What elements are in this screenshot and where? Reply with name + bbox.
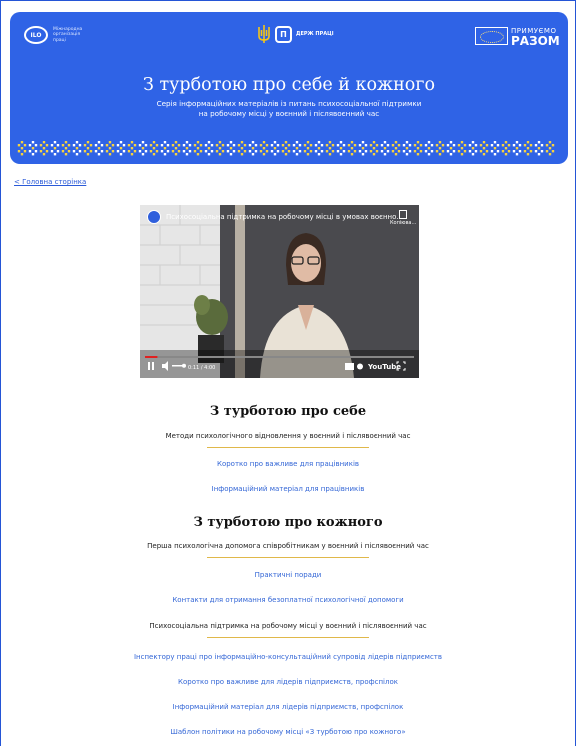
section-workplace-subheading: Психосоціальна підтримка на робочому міс… xyxy=(149,622,427,630)
video-time: 0:11 / 4:00 xyxy=(188,365,216,371)
banner-subtitle-line1: Серія інформаційних матеріалів із питань… xyxy=(156,99,422,108)
eu-slogan: ПРИМУЄМО РАЗОМ xyxy=(511,26,560,48)
section-others-title: З турботою про кожного xyxy=(193,515,383,530)
section-self-subtitle: Методи психологічного відновлення у воєн… xyxy=(165,432,411,440)
derzhpratsi-mark: П xyxy=(275,25,292,43)
link-brief-leaders[interactable]: Коротко про важливе для лідерів підприєм… xyxy=(0,678,576,686)
video-frame-image xyxy=(140,205,419,378)
embroidery-ornament xyxy=(17,141,555,156)
link-policy-template[interactable]: Шаблон політики на робочому місці «З тур… xyxy=(0,728,576,736)
eu-flag-icon xyxy=(475,27,508,45)
ilo-emblem-icon: ILO xyxy=(24,26,48,44)
header-banner: ILO Міжнародна організація праці П ДЕРЖ … xyxy=(10,12,568,164)
copy-link-label[interactable]: Копіюва... xyxy=(390,220,416,226)
video-player[interactable]: Психосоціальна підтримка на робочому міс… xyxy=(140,205,419,378)
video-title[interactable]: Психосоціальна підтримка на робочому міс… xyxy=(166,213,403,221)
banner-title: З турботою про себе й кожного xyxy=(142,75,435,95)
banner-subtitle: Серія інформаційних матеріалів із питань… xyxy=(10,99,568,119)
link-info-leaders[interactable]: Інформаційний матеріал для лідерів підпр… xyxy=(0,703,576,711)
trident-icon xyxy=(258,25,270,43)
youtube-logo[interactable]: YouTube xyxy=(368,363,401,371)
divider xyxy=(207,637,369,638)
link-brief-workers[interactable]: Коротко про важливе для працівників xyxy=(0,460,576,468)
ilo-mark-text: ILO xyxy=(30,31,42,39)
eu-slogan-line2: РАЗОМ xyxy=(511,34,560,48)
link-free-help-contacts[interactable]: Контакти для отримання безоплатної психо… xyxy=(0,596,576,604)
channel-avatar[interactable] xyxy=(147,210,161,224)
derzhpratsi-name: ДЕРЖ ПРАЦІ xyxy=(296,31,334,37)
section-self-title: З турботою про себе xyxy=(209,404,367,419)
copy-link-icon[interactable] xyxy=(399,210,407,219)
link-practical-tips[interactable]: Практичні поради xyxy=(0,571,576,579)
eu-logo[interactable]: ПРИМУЄМО РАЗОМ xyxy=(475,26,560,48)
divider xyxy=(207,557,369,558)
link-inspector-support[interactable]: Інспектору праці про інформаційно-консул… xyxy=(0,653,576,661)
divider xyxy=(207,447,369,448)
ilo-name: Міжнародна організація праці xyxy=(53,26,83,43)
ilo-logo[interactable]: ILO Міжнародна організація праці xyxy=(24,26,93,44)
banner-subtitle-line2: на робочому місці у воєнний і післявоєнн… xyxy=(198,109,380,118)
breadcrumb-home-link[interactable]: < Головна сторінка xyxy=(14,178,86,186)
link-info-workers[interactable]: Інформаційний матеріал для працівників xyxy=(0,485,576,493)
section-others-subtitle: Перша психологічна допомога співробітник… xyxy=(147,542,429,550)
derzhpratsi-logo[interactable]: П ДЕРЖ ПРАЦІ xyxy=(257,24,334,44)
